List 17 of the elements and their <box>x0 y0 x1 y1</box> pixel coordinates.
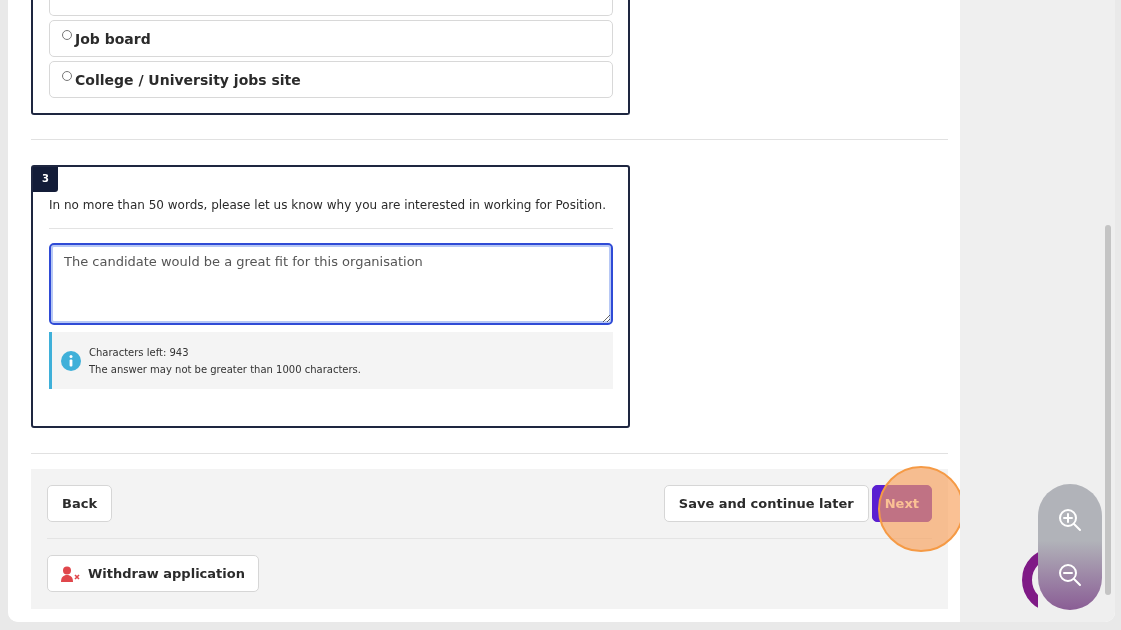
length-hint: The answer may not be greater than 1000 characters. <box>89 362 361 377</box>
zoom-in-icon[interactable] <box>1057 506 1083 533</box>
option-row[interactable]: College / University jobs site <box>49 61 613 98</box>
question-number-badge: 3 <box>33 167 58 192</box>
zoom-out-icon[interactable] <box>1057 561 1083 588</box>
remove-user-icon <box>61 565 81 582</box>
option-label: College / University jobs site <box>75 71 301 88</box>
scrollbar-thumb[interactable] <box>1105 225 1111 595</box>
option-row[interactable]: Job board <box>49 20 613 57</box>
answer-field[interactable]: The candidate would be a great fit for this organisation <box>49 243 613 325</box>
character-count: Characters left: 943 <box>89 345 190 360</box>
back-button[interactable]: Back <box>47 485 113 522</box>
option-label: Job board <box>75 30 151 47</box>
save-button[interactable]: Save and continue later <box>663 485 869 522</box>
withdraw-button[interactable]: Withdraw application <box>47 555 259 592</box>
info-icon <box>61 350 81 371</box>
question-text: In no more than 50 words, please let us know why you are interested in working for Position. <box>49 198 608 212</box>
